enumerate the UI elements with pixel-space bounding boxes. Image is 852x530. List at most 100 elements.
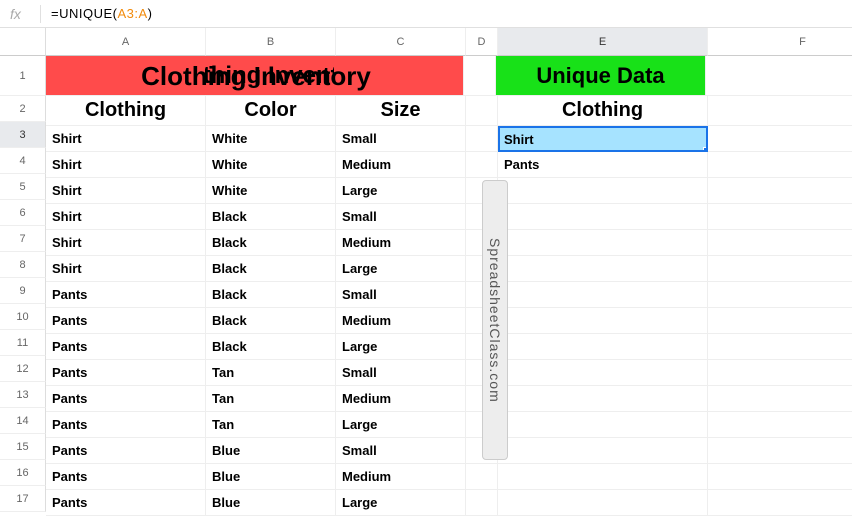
row-header[interactable]: 7: [0, 226, 46, 252]
cell[interactable]: Black: [206, 334, 336, 360]
cell[interactable]: Large: [336, 490, 466, 516]
cell[interactable]: White: [206, 152, 336, 178]
row-header[interactable]: 3: [0, 122, 46, 148]
cell[interactable]: Shirt: [46, 152, 206, 178]
row-header[interactable]: 8: [0, 252, 46, 278]
row-header[interactable]: 15: [0, 434, 46, 460]
col-header-d[interactable]: D: [466, 28, 498, 56]
cell[interactable]: [708, 230, 852, 256]
col-header-a[interactable]: A: [46, 28, 206, 56]
cell[interactable]: [498, 412, 708, 438]
cell[interactable]: Blue: [206, 464, 336, 490]
cell[interactable]: Pants: [46, 334, 206, 360]
cell[interactable]: Small: [336, 204, 466, 230]
cell[interactable]: Black: [206, 230, 336, 256]
cell[interactable]: Small: [336, 126, 466, 152]
header-clothing[interactable]: Clothing: [46, 96, 206, 126]
cell[interactable]: Shirt: [46, 204, 206, 230]
cell[interactable]: [498, 308, 708, 334]
cell[interactable]: Medium: [336, 308, 466, 334]
cell[interactable]: [708, 256, 852, 282]
cell[interactable]: Blue: [206, 490, 336, 516]
cell[interactable]: [498, 360, 708, 386]
cell[interactable]: [466, 152, 498, 178]
cell[interactable]: [498, 438, 708, 464]
row-header[interactable]: 2: [0, 96, 46, 122]
cell[interactable]: [708, 412, 852, 438]
unique-title[interactable]: Unique Data: [496, 56, 706, 96]
cell[interactable]: [708, 96, 852, 126]
cell[interactable]: Tan: [206, 386, 336, 412]
cell[interactable]: Blue: [206, 438, 336, 464]
row-header[interactable]: 11: [0, 330, 46, 356]
cell[interactable]: [708, 308, 852, 334]
cell[interactable]: [498, 464, 708, 490]
row-header[interactable]: 9: [0, 278, 46, 304]
cell[interactable]: [466, 490, 498, 516]
cell[interactable]: [464, 56, 496, 96]
cell[interactable]: [334, 56, 464, 96]
cell[interactable]: Pants: [46, 412, 206, 438]
cell[interactable]: Medium: [336, 152, 466, 178]
cell[interactable]: [708, 386, 852, 412]
row-header[interactable]: 13: [0, 382, 46, 408]
cell[interactable]: [708, 152, 852, 178]
header-color[interactable]: Color: [206, 96, 336, 126]
cell[interactable]: Black: [206, 204, 336, 230]
cell[interactable]: [708, 360, 852, 386]
cell[interactable]: Shirt: [46, 178, 206, 204]
row-header[interactable]: 17: [0, 486, 46, 512]
cell[interactable]: Tan: [206, 360, 336, 386]
header-size[interactable]: Size: [336, 96, 466, 126]
cell[interactable]: [498, 386, 708, 412]
col-header-f[interactable]: F: [708, 28, 852, 56]
col-header-e[interactable]: E: [498, 28, 708, 56]
cell[interactable]: [708, 438, 852, 464]
row-header[interactable]: 5: [0, 174, 46, 200]
cell[interactable]: [498, 230, 708, 256]
cell[interactable]: [708, 204, 852, 230]
cell[interactable]: Large: [336, 412, 466, 438]
cell[interactable]: Medium: [336, 464, 466, 490]
row-header[interactable]: 10: [0, 304, 46, 330]
cell[interactable]: Large: [336, 256, 466, 282]
cell[interactable]: Shirt: [46, 256, 206, 282]
cell[interactable]: [466, 464, 498, 490]
cell[interactable]: Pants: [46, 438, 206, 464]
cell[interactable]: [46, 56, 206, 96]
row-header[interactable]: 6: [0, 200, 46, 226]
cell[interactable]: [498, 178, 708, 204]
cell[interactable]: [498, 204, 708, 230]
cell[interactable]: [466, 126, 498, 152]
cell[interactable]: [466, 96, 498, 126]
selected-cell[interactable]: Shirt: [498, 126, 708, 152]
cell[interactable]: Pants: [46, 490, 206, 516]
cell[interactable]: Medium: [336, 230, 466, 256]
cell[interactable]: Black: [206, 308, 336, 334]
cell[interactable]: Shirt: [46, 126, 206, 152]
cell[interactable]: Black: [206, 256, 336, 282]
cell[interactable]: [708, 334, 852, 360]
row-header[interactable]: 14: [0, 408, 46, 434]
cell[interactable]: [498, 334, 708, 360]
cell[interactable]: White: [206, 178, 336, 204]
cell[interactable]: [708, 178, 852, 204]
cell[interactable]: Medium: [336, 386, 466, 412]
inventory-title[interactable]: Clothing Inventory: [205, 56, 335, 96]
row-header[interactable]: 1: [0, 56, 46, 96]
select-all-corner[interactable]: [0, 28, 46, 56]
row-header[interactable]: 4: [0, 148, 46, 174]
cell[interactable]: [708, 464, 852, 490]
cell[interactable]: Pants: [46, 282, 206, 308]
formula-input[interactable]: =UNIQUE(A3:A): [51, 6, 153, 21]
row-header[interactable]: 12: [0, 356, 46, 382]
cell[interactable]: Large: [336, 334, 466, 360]
col-header-c[interactable]: C: [336, 28, 466, 56]
cell[interactable]: Pants: [46, 308, 206, 334]
cell[interactable]: Pants: [46, 360, 206, 386]
cell[interactable]: Shirt: [46, 230, 206, 256]
cell[interactable]: Small: [336, 438, 466, 464]
cell[interactable]: [498, 256, 708, 282]
cell[interactable]: White: [206, 126, 336, 152]
cell[interactable]: Pants: [498, 152, 708, 178]
